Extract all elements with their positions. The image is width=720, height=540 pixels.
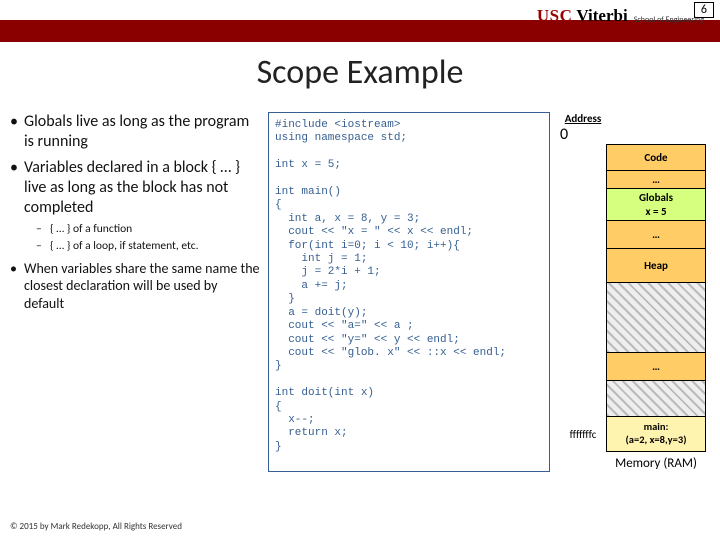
- bullet-1: Globals live as long as the program is r…: [10, 112, 260, 152]
- memory-stack: Code … Globals x = 5 … Heap … main: (a=2…: [606, 144, 706, 452]
- mem-row-dots-3: …: [607, 353, 705, 381]
- mem-row-dots-2: …: [607, 221, 705, 249]
- mem-row-code: Code: [607, 145, 705, 171]
- code-listing: #include <iostream> using namespace std;…: [268, 112, 550, 472]
- copyright: © 2015 by Mark Redekopp, All Rights Rese…: [10, 521, 182, 532]
- mem-row-globals: Globals x = 5: [607, 189, 705, 221]
- bullet-list: Globals live as long as the program is r…: [10, 112, 260, 318]
- mem-main-vals: (a=2, x=8,y=3): [626, 433, 687, 446]
- bullet-2: Variables declared in a block { … } live…: [10, 158, 260, 254]
- slide: 6 USCViterbi School of Engineering Scope…: [0, 0, 720, 540]
- address-end: fffffffc: [560, 428, 606, 441]
- bullet-2-sub-1: { … } of a function: [24, 222, 260, 236]
- mem-globals-label: Globals: [639, 191, 673, 204]
- logo: USCViterbi School of Engineering: [537, 6, 704, 26]
- bullet-3: When variables share the same name the c…: [10, 260, 260, 313]
- address-header: Address: [560, 112, 606, 125]
- logo-school: School of Engineering: [634, 16, 704, 24]
- logo-viterbi: Viterbi: [576, 6, 627, 26]
- memory-caption: Memory (RAM): [606, 456, 706, 471]
- mem-row-hatch-2: [607, 381, 705, 417]
- mem-row-main: main: (a=2, x=8,y=3): [607, 417, 705, 451]
- memory-column: Address 0 Code … Globals x = 5 … Heap … …: [560, 112, 710, 471]
- mem-globals-val: x = 5: [645, 205, 666, 218]
- mem-row-dots-1: …: [607, 171, 705, 189]
- address-start: 0: [560, 125, 710, 144]
- mem-row-hatch-1: [607, 283, 705, 353]
- bullet-2-text: Variables declared in a block { … } live…: [24, 158, 240, 217]
- mem-main-label: main:: [644, 420, 669, 433]
- slide-title: Scope Example: [0, 52, 720, 93]
- bullet-2-sub-2: { … } of a loop, if statement, etc.: [24, 239, 260, 253]
- logo-usc: USC: [537, 6, 573, 26]
- mem-row-heap: Heap: [607, 249, 705, 283]
